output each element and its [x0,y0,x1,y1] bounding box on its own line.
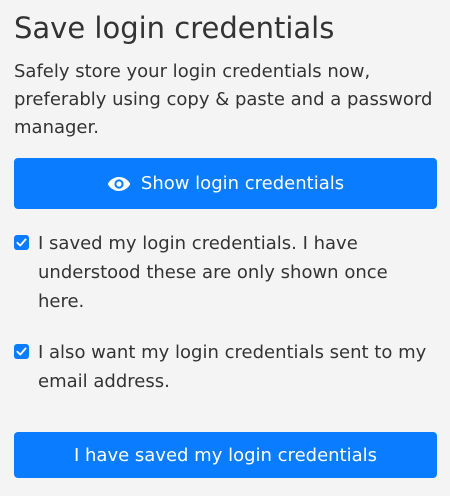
show-credentials-label: Show login credentials [140,173,345,194]
show-credentials-button[interactable]: Show login credentials [14,158,437,209]
saved-confirmation-label: I saved my login credentials. I have und… [38,233,388,312]
eye-icon [107,176,131,192]
email-credentials-checkbox[interactable] [14,344,29,359]
page-description: Safely store your login credentials now,… [14,61,433,138]
save-credentials-page: Save login credentials Safely store your… [0,0,450,496]
confirm-saved-button[interactable]: I have saved my login credentials [14,432,437,478]
saved-confirmation-checkbox[interactable] [14,235,29,250]
email-credentials-row[interactable]: I also want my login credentials sent to… [14,338,436,396]
saved-confirmation-row[interactable]: I saved my login credentials. I have und… [14,229,436,316]
confirm-saved-label: I have saved my login credentials [73,444,378,466]
email-credentials-label: I also want my login credentials sent to… [38,342,427,392]
page-title: Save login credentials [14,11,335,45]
